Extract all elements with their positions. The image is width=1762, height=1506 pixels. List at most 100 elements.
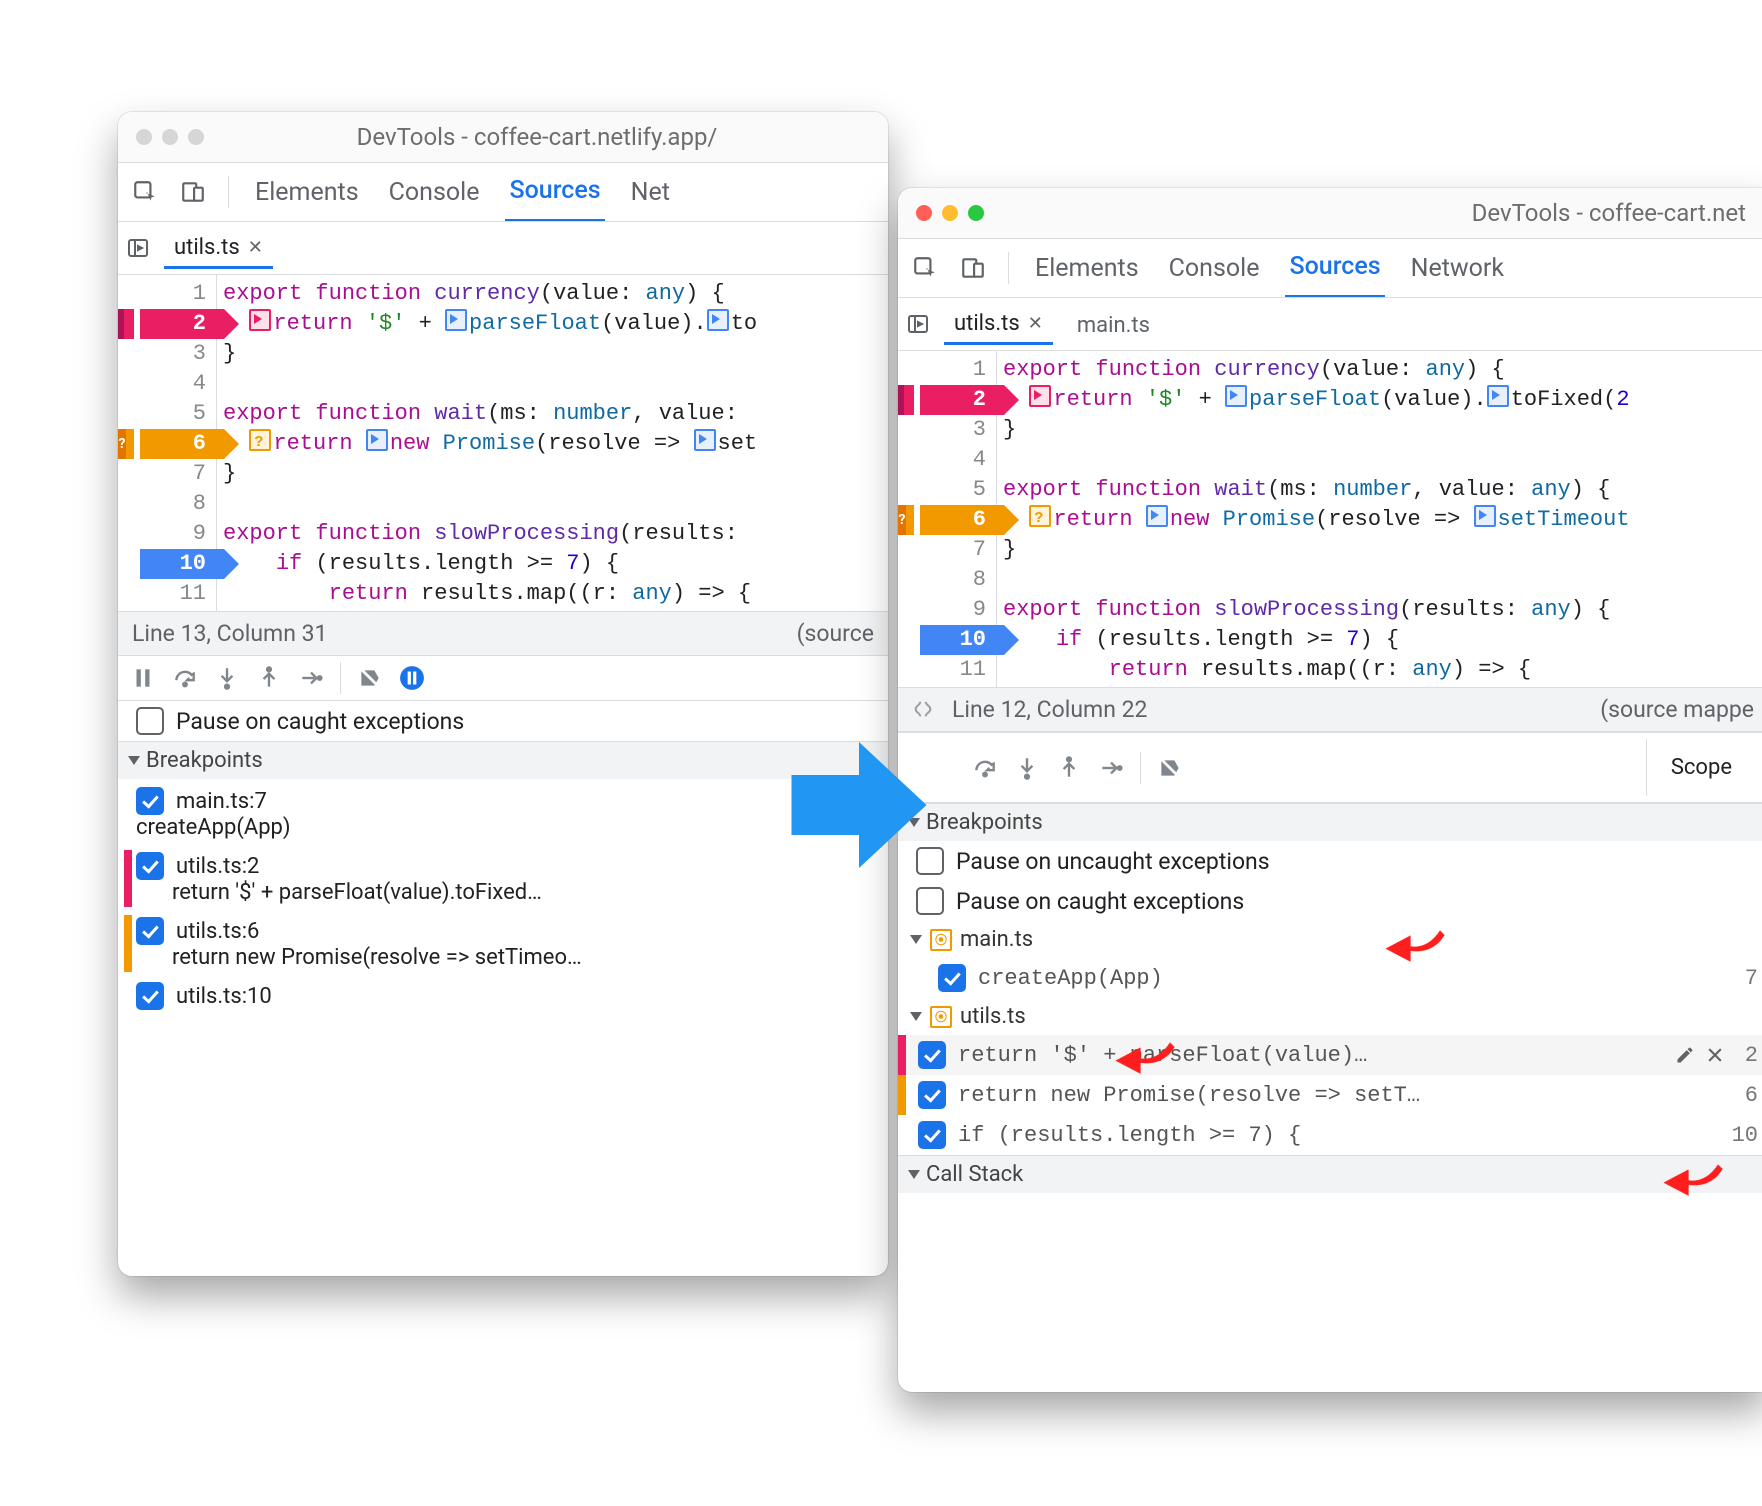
- navigator-toggle-icon[interactable]: [906, 312, 930, 336]
- code-editor[interactable]: ? 1 2 3 4 5 6 7 8 9 10 11 export functio…: [118, 275, 888, 611]
- logpoint-icon[interactable]: [249, 309, 271, 331]
- gutter-stripes: ?: [118, 275, 142, 611]
- conditional-bp-icon[interactable]: [1029, 505, 1051, 527]
- checkbox[interactable]: [136, 852, 164, 880]
- close-icon[interactable]: ✕: [1028, 313, 1043, 334]
- deactivate-bp-icon[interactable]: [357, 665, 383, 691]
- code-editor[interactable]: ? 1 2 3 4 5 6 7 8 9 10 11 export functio…: [898, 351, 1762, 687]
- file-tab-label: main.ts: [1077, 313, 1150, 338]
- checkbox[interactable]: [916, 887, 944, 915]
- step-icon[interactable]: [298, 665, 324, 691]
- checkbox[interactable]: [918, 1041, 946, 1069]
- conditional-bp-icon[interactable]: [249, 429, 271, 451]
- file-tab-main[interactable]: main.ts: [1067, 305, 1160, 344]
- file-tab-utils[interactable]: utils.ts ✕: [164, 227, 273, 269]
- navigator-toggle-icon[interactable]: [126, 236, 150, 260]
- file-tab-label: utils.ts: [174, 235, 240, 260]
- pause-on-uncaught-row[interactable]: Pause on uncaught exceptions: [898, 841, 1762, 881]
- close-dot[interactable]: [916, 205, 932, 221]
- step-out-icon[interactable]: [256, 665, 282, 691]
- max-dot[interactable]: [968, 205, 984, 221]
- edit-icon[interactable]: [1675, 1045, 1695, 1065]
- checkbox[interactable]: [136, 787, 164, 815]
- step-out-icon[interactable]: [1056, 755, 1082, 781]
- pause-on-caught-row[interactable]: Pause on caught exceptions: [898, 881, 1762, 921]
- step-icon[interactable]: [1098, 755, 1124, 781]
- min-dot[interactable]: [162, 129, 178, 145]
- step-over-icon[interactable]: [172, 665, 198, 691]
- breakpoints-header[interactable]: Breakpoints: [118, 742, 888, 779]
- line-numbers[interactable]: 1 2 3 4 5 6 7 8 9 10 11: [922, 351, 997, 687]
- checkbox[interactable]: [136, 982, 164, 1010]
- bp-stripe: [124, 850, 132, 907]
- breakpoint-item[interactable]: main.ts:7 createApp(App): [118, 779, 888, 844]
- bp-marker-icon[interactable]: [366, 429, 388, 451]
- annotation-big-arrow-icon: [784, 730, 934, 886]
- devtools-top-tabs: Elements Console Sources Network: [898, 239, 1762, 298]
- tab-sources[interactable]: Sources: [1285, 239, 1384, 298]
- tab-console[interactable]: Console: [385, 164, 484, 221]
- close-icon[interactable]: ✕: [248, 237, 263, 258]
- bp-marker-icon[interactable]: [445, 309, 467, 331]
- breakpoint-item[interactable]: utils.ts:2 return '$' + parseFloat(value…: [118, 844, 888, 909]
- checkbox[interactable]: [136, 707, 164, 735]
- tab-console[interactable]: Console: [1165, 240, 1264, 297]
- tab-scope[interactable]: Scope: [1646, 739, 1756, 796]
- tab-sources[interactable]: Sources: [505, 163, 604, 222]
- bp-group-header[interactable]: ⦿ main.ts: [898, 921, 1762, 958]
- callstack-header[interactable]: Call Stack: [898, 1156, 1762, 1193]
- breakpoint-item[interactable]: createApp(App) 7: [898, 958, 1762, 998]
- close-dot[interactable]: [136, 129, 152, 145]
- devtools-top-tabs: Elements Console Sources Net: [118, 163, 888, 222]
- checkbox[interactable]: [918, 1121, 946, 1149]
- ts-file-icon: ⦿: [930, 929, 952, 951]
- deactivate-bp-icon[interactable]: [1157, 755, 1183, 781]
- bp-marker-icon[interactable]: [694, 429, 716, 451]
- breakpoints-header[interactable]: Breakpoints: [898, 804, 1762, 841]
- checkbox[interactable]: [918, 1081, 946, 1109]
- bp-marker-icon[interactable]: [1487, 385, 1509, 407]
- bp-group-header[interactable]: ⦿ utils.ts: [898, 998, 1762, 1035]
- device-icon[interactable]: [960, 255, 986, 281]
- file-tab-utils[interactable]: utils.ts ✕: [944, 303, 1053, 345]
- pretty-print-icon[interactable]: [912, 699, 934, 721]
- inspect-icon[interactable]: [132, 179, 158, 205]
- step-into-icon[interactable]: [1014, 755, 1040, 781]
- logpoint-icon[interactable]: [1029, 385, 1051, 407]
- checkbox[interactable]: [938, 964, 966, 992]
- pause-exceptions-icon[interactable]: [399, 665, 425, 691]
- inspect-icon[interactable]: [912, 255, 938, 281]
- delete-icon[interactable]: [1705, 1045, 1725, 1065]
- step-into-icon[interactable]: [214, 665, 240, 691]
- sourcemap-hint: (source: [797, 620, 874, 647]
- code-lines[interactable]: export function currency(value: any) { r…: [217, 275, 888, 611]
- breakpoint-item[interactable]: return new Promise(resolve => setT… 6: [898, 1075, 1762, 1115]
- tab-elements[interactable]: Elements: [1031, 240, 1143, 297]
- tab-elements[interactable]: Elements: [251, 164, 363, 221]
- breakpoint-item[interactable]: if (results.length >= 7) { 10: [898, 1115, 1762, 1155]
- bp-marker-icon[interactable]: [1225, 385, 1247, 407]
- step-over-icon[interactable]: [972, 755, 998, 781]
- pause-caught-label: Pause on caught exceptions: [956, 888, 1244, 915]
- checkbox[interactable]: [136, 917, 164, 945]
- gutter-stripes: ?: [898, 351, 922, 687]
- pause-icon[interactable]: [130, 665, 156, 691]
- devtools-window-left: DevTools - coffee-cart.netlify.app/ Elem…: [118, 112, 888, 1276]
- pause-uncaught-label: Pause on uncaught exceptions: [956, 848, 1270, 875]
- max-dot[interactable]: [188, 129, 204, 145]
- code-lines[interactable]: export function currency(value: any) { r…: [997, 351, 1762, 687]
- breakpoint-item[interactable]: utils.ts:10: [118, 974, 888, 1014]
- tab-network[interactable]: Network: [1407, 240, 1508, 297]
- debugger-toolbar: Scope: [898, 732, 1762, 803]
- tab-network[interactable]: Net: [627, 164, 674, 221]
- breakpoint-item[interactable]: utils.ts:6 return new Promise(resolve =>…: [118, 909, 888, 974]
- line-numbers[interactable]: 1 2 3 4 5 6 7 8 9 10 11: [142, 275, 217, 611]
- device-icon[interactable]: [180, 179, 206, 205]
- bp-marker-icon[interactable]: [1146, 505, 1168, 527]
- breakpoint-item[interactable]: return '$' + parseFloat(value)… 2: [898, 1035, 1762, 1075]
- bp-marker-icon[interactable]: [707, 309, 729, 331]
- bp-marker-icon[interactable]: [1474, 505, 1496, 527]
- pause-on-caught-row[interactable]: Pause on caught exceptions: [118, 701, 888, 741]
- min-dot[interactable]: [942, 205, 958, 221]
- cursor-position: Line 12, Column 22: [952, 696, 1147, 723]
